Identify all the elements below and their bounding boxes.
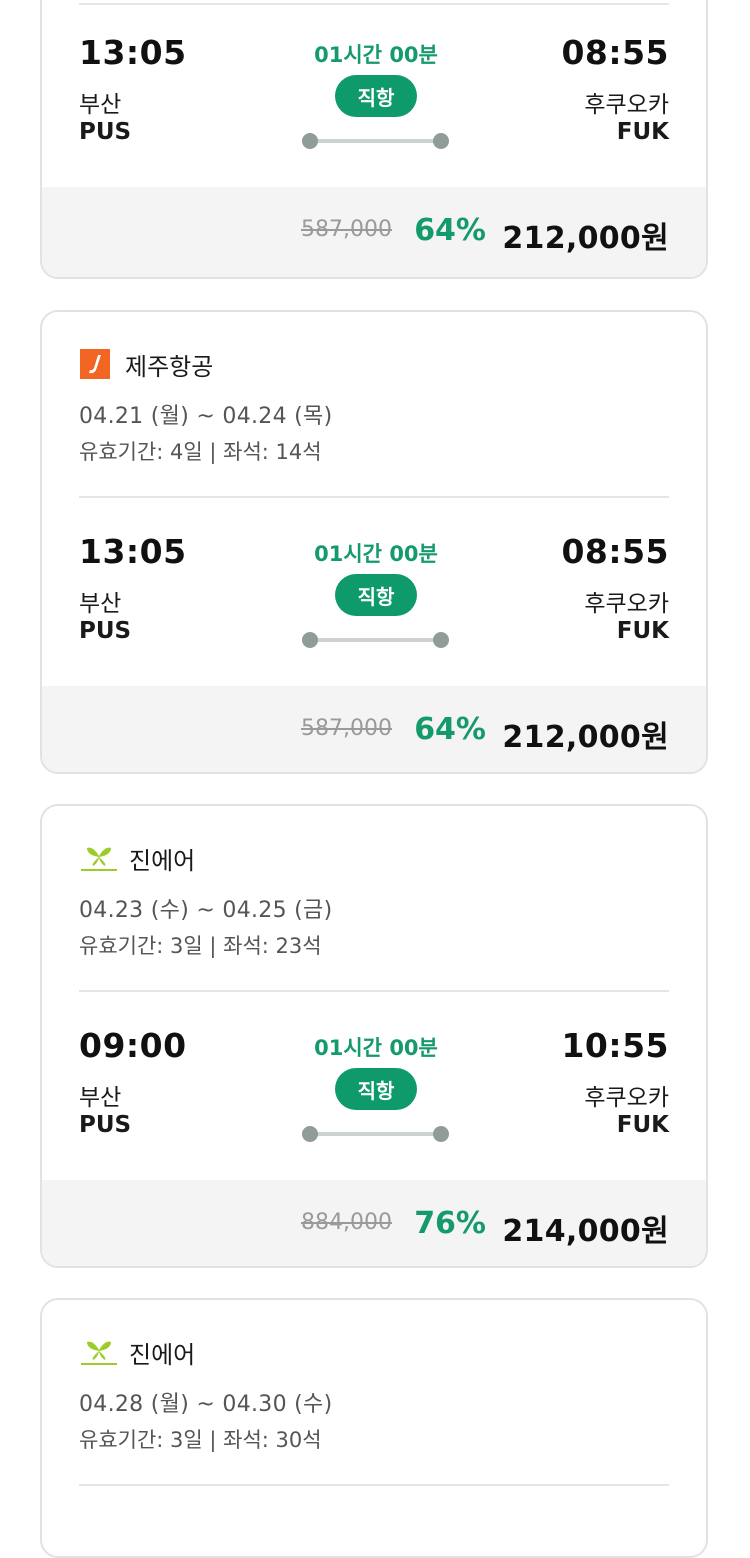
ticket-card[interactable]: 진에어 04.28 (월) ~ 04.30 (수) 유효기간: 3일 | 좌석:…	[40, 1298, 708, 1558]
airline-name: 제주항공	[125, 352, 214, 381]
route-start-dot	[302, 133, 318, 149]
price-row: 587,000 64% 212,000원	[42, 686, 706, 772]
direct-badge: 직항	[335, 1068, 417, 1110]
route-start-dot	[302, 1126, 318, 1142]
validity-seats: 유효기간: 3일 | 좌석: 30석	[79, 1428, 322, 1452]
depart-code: PUS	[79, 618, 132, 644]
price-row: 587,000 64% 212,000원	[42, 187, 706, 277]
arrive-time: 08:55	[561, 532, 669, 571]
travel-dates: 04.23 (수) ~ 04.25 (금)	[79, 898, 333, 923]
original-price: 884,000	[301, 1210, 392, 1235]
validity-seats: 유효기간: 3일 | 좌석: 23석	[79, 934, 322, 958]
discount-rate: 64%	[414, 712, 486, 747]
original-price: 587,000	[301, 217, 392, 242]
ticket-card[interactable]: 13:05 부산 PUS 01시간 00분 직항 08:55 후쿠오카 FUK …	[40, 0, 708, 279]
travel-dates: 04.21 (월) ~ 04.24 (목)	[79, 404, 333, 429]
jeju-air-logo-icon	[80, 349, 110, 379]
card-header: 제주항공 04.21 (월) ~ 04.24 (목) 유효기간: 4일 | 좌석…	[42, 312, 706, 498]
discount-rate: 64%	[414, 213, 486, 248]
jin-air-logo-icon	[81, 847, 117, 871]
airline-name: 진에어	[129, 1340, 196, 1369]
flight-info: 09:00 부산 PUS 01시간 00분 직항 10:55 후쿠오카 FUK	[42, 992, 706, 1180]
route-line	[310, 139, 442, 143]
flight-duration: 01시간 00분	[314, 542, 438, 566]
sale-price: 212,000원	[502, 221, 669, 256]
card-header: 진에어 04.28 (월) ~ 04.30 (수) 유효기간: 3일 | 좌석:…	[42, 1300, 706, 1486]
route-line	[310, 1132, 442, 1136]
route-start-dot	[302, 632, 318, 648]
ticket-card[interactable]: 제주항공 04.21 (월) ~ 04.24 (목) 유효기간: 4일 | 좌석…	[40, 310, 708, 774]
discount-rate: 76%	[414, 1206, 486, 1241]
flight-info: 13:05 부산 PUS 01시간 00분 직항 08:55 후쿠오카 FUK	[42, 498, 706, 686]
card-header: 진에어 04.23 (수) ~ 04.25 (금) 유효기간: 3일 | 좌석:…	[42, 806, 706, 992]
flight-duration: 01시간 00분	[314, 43, 438, 67]
route-end-dot	[433, 632, 449, 648]
depart-time: 13:05	[79, 33, 187, 72]
arrive-time: 10:55	[561, 1026, 669, 1065]
direct-badge: 직항	[335, 75, 417, 117]
depart-code: PUS	[79, 1112, 132, 1138]
arrive-time: 08:55	[561, 33, 669, 72]
depart-city: 부산	[79, 92, 122, 118]
depart-time: 09:00	[79, 1026, 187, 1065]
jin-air-logo-icon	[81, 1341, 117, 1365]
direct-badge: 직항	[335, 574, 417, 616]
depart-time: 13:05	[79, 532, 187, 571]
validity-seats: 유효기간: 4일 | 좌석: 14석	[79, 440, 322, 464]
sale-price: 212,000원	[502, 720, 669, 755]
arrive-code: FUK	[616, 1112, 669, 1138]
airline: 진에어	[79, 842, 196, 875]
price-row: 884,000 76% 214,000원	[42, 1180, 706, 1266]
card-divider	[79, 1484, 669, 1486]
arrive-code: FUK	[616, 119, 669, 145]
arrive-city: 후쿠오카	[584, 1085, 669, 1111]
flight-info: 13:05 부산 PUS 01시간 00분 직항 08:55 후쿠오카 FUK	[42, 0, 706, 187]
route-end-dot	[433, 1126, 449, 1142]
flight-duration: 01시간 00분	[314, 1036, 438, 1060]
route-line	[310, 638, 442, 642]
depart-code: PUS	[79, 119, 132, 145]
sale-price: 214,000원	[502, 1214, 669, 1249]
arrive-city: 후쿠오카	[584, 591, 669, 617]
depart-city: 부산	[79, 591, 122, 617]
airline: 진에어	[79, 1336, 196, 1369]
airline: 제주항공	[79, 348, 214, 381]
depart-city: 부산	[79, 1085, 122, 1111]
ticket-card[interactable]: 진에어 04.23 (수) ~ 04.25 (금) 유효기간: 3일 | 좌석:…	[40, 804, 708, 1268]
route-end-dot	[433, 133, 449, 149]
arrive-city: 후쿠오카	[584, 92, 669, 118]
arrive-code: FUK	[616, 618, 669, 644]
airline-name: 진에어	[129, 846, 196, 875]
original-price: 587,000	[301, 716, 392, 741]
travel-dates: 04.28 (월) ~ 04.30 (수)	[79, 1392, 333, 1417]
